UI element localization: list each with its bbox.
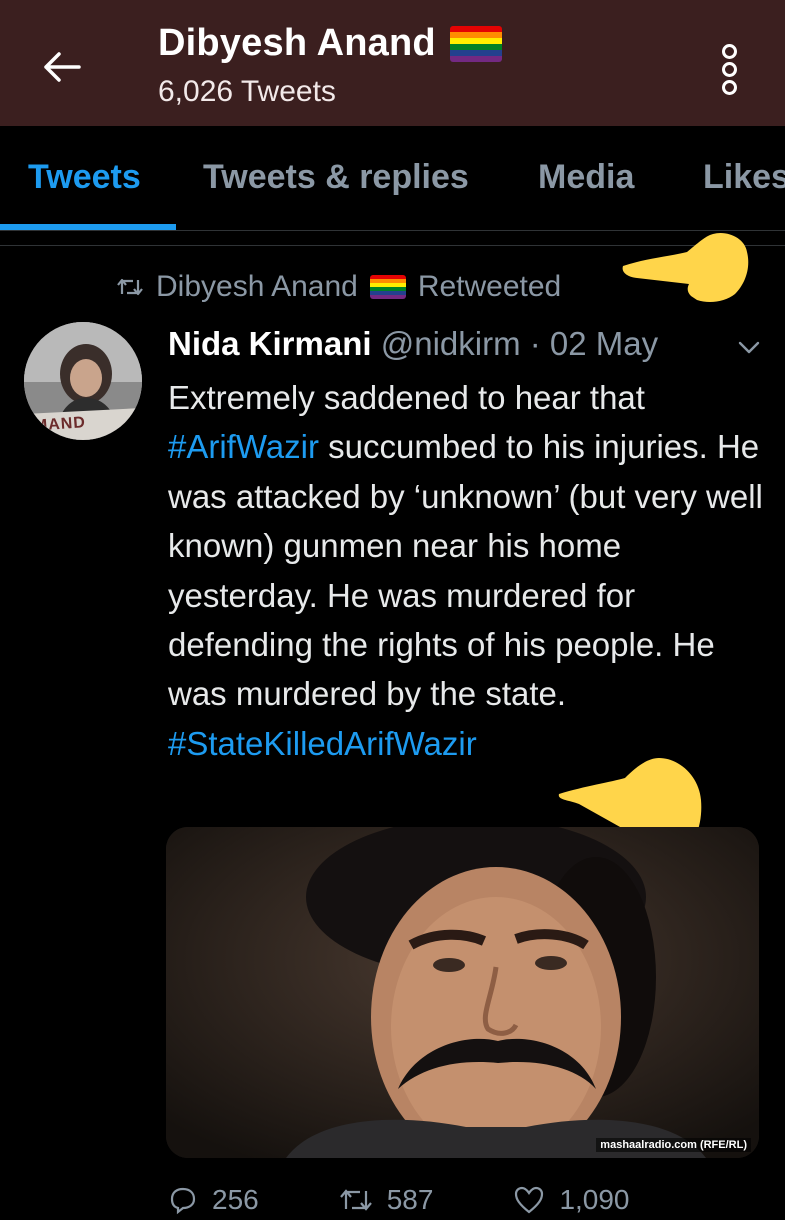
tab-tweets-replies[interactable]: Tweets & replies (203, 158, 469, 197)
reply-button[interactable]: 256 (168, 1180, 259, 1220)
tweet-actions: 256 587 1,090 (168, 1180, 768, 1220)
like-count: 1,090 (559, 1184, 630, 1215)
like-button[interactable]: 1,090 (513, 1180, 630, 1220)
more-vertical-icon (717, 44, 741, 95)
tab-likes[interactable]: Likes (703, 158, 785, 197)
profile-title-block: Dibyesh Anand 6,026 Tweets (158, 22, 502, 109)
active-tab-indicator (0, 224, 176, 230)
tweet-text: Extremely saddened to hear that #ArifWaz… (168, 373, 768, 768)
pointing-hand-icon (622, 232, 749, 302)
tweet-media-image[interactable]: mashaalradio.com (RFE/RL) (166, 827, 759, 1158)
profile-name: Dibyesh Anand (158, 22, 436, 64)
tweet-text-body: succumbed to his injuries. He was attack… (168, 428, 763, 713)
more-options-button[interactable] (717, 44, 741, 95)
retweet-indicator[interactable]: Dibyesh Anand Retweeted (116, 270, 561, 304)
media-credit: mashaalradio.com (RFE/RL) (596, 1138, 751, 1152)
chevron-down-icon[interactable] (736, 334, 762, 360)
retweeter-name: Dibyesh Anand (156, 270, 358, 303)
back-button[interactable] (36, 42, 86, 92)
tweet-text-intro: Extremely saddened to hear that (168, 379, 645, 416)
profile-tabs: Tweets Tweets & replies Media Likes (0, 126, 785, 231)
tweet-header: Nida Kirmani @nidkirm · 02 May (168, 325, 658, 363)
tab-media[interactable]: Media (538, 158, 634, 197)
retweet-count: 587 (386, 1184, 434, 1215)
rainbow-flag-icon (449, 25, 502, 62)
profile-header: Dibyesh Anand 6,026 Tweets (0, 0, 785, 126)
avatar[interactable]: MAND (24, 322, 142, 440)
retweet-icon (339, 1189, 372, 1211)
tweet-count: 6,026 Tweets (158, 75, 336, 108)
retweet-icon (117, 278, 143, 296)
reply-count: 256 (212, 1184, 259, 1215)
retweeted-label: Retweeted (417, 270, 562, 303)
avatar-sign-text: MAND (33, 414, 87, 435)
author-name[interactable]: Nida Kirmani (168, 325, 372, 362)
heart-icon (515, 1186, 544, 1214)
hashtag-link[interactable]: #StateKilledArifWazir (168, 725, 477, 762)
reply-icon (170, 1187, 196, 1215)
author-handle-date[interactable]: @nidkirm · 02 May (381, 325, 658, 362)
rainbow-flag-icon (369, 275, 406, 299)
arrow-left-icon (44, 52, 81, 82)
hashtag-link[interactable]: #ArifWazir (168, 428, 319, 465)
retweet-button[interactable]: 587 (339, 1180, 434, 1220)
portrait-photo (166, 827, 759, 1158)
tab-tweets[interactable]: Tweets (28, 158, 141, 197)
